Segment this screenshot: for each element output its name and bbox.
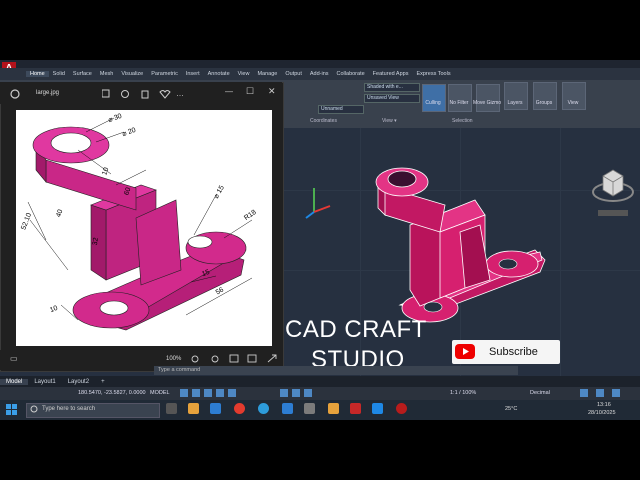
app-icon[interactable] — [372, 403, 383, 414]
search-icon — [30, 405, 38, 413]
zoom-out-icon — [191, 355, 199, 363]
osnap-icon[interactable] — [228, 389, 236, 397]
tab-annotate[interactable]: Annotate — [204, 71, 234, 77]
fullscreen-icon — [267, 354, 277, 363]
zoom-level: 100% — [166, 356, 182, 362]
edit-icon — [102, 89, 110, 98]
tab-featured-apps[interactable]: Featured Apps — [369, 71, 413, 77]
annotation-scale[interactable]: 1:1 / 100% — [450, 390, 476, 396]
no-filter-label: No Filter — [449, 100, 469, 106]
store-icon[interactable] — [210, 403, 221, 414]
folder-icon[interactable] — [328, 403, 339, 414]
snap-icon[interactable] — [192, 389, 200, 397]
visual-style-dropdown[interactable]: Shaded with e... — [364, 83, 420, 92]
zoom-controls — [191, 354, 277, 363]
transparency-icon[interactable] — [292, 389, 300, 397]
viewer-app-icon — [10, 89, 20, 99]
coordinate-readout: 180.5470, -23.5827, 0.0000 — [78, 390, 146, 396]
recorder-icon[interactable] — [396, 403, 407, 414]
selection-cycling-icon[interactable] — [304, 389, 312, 397]
maximize-icon[interactable]: ☐ — [246, 86, 254, 97]
window-controls: — ☐ ✕ — [222, 86, 282, 98]
settings-icon[interactable] — [580, 389, 588, 397]
tab-model[interactable]: Model — [0, 378, 29, 385]
search-placeholder: Type here to search — [42, 406, 96, 412]
view-label: View — [567, 100, 579, 106]
favorite-icon — [159, 90, 171, 99]
workspace-icon[interactable] — [596, 389, 604, 397]
subscribe-label: Subscribe — [489, 346, 538, 358]
view-group-label[interactable]: View ▾ — [382, 118, 397, 124]
tab-surface[interactable]: Surface — [69, 71, 96, 77]
task-view-icon[interactable] — [166, 403, 177, 414]
layout-tabs: Model Layout1 Layout2 + — [0, 376, 640, 387]
units-setting[interactable]: Decimal — [530, 390, 550, 396]
tab-layout2[interactable]: Layout2 — [62, 379, 95, 385]
move-gizmo-button[interactable] — [476, 84, 500, 112]
minimize-icon[interactable]: — — [225, 87, 233, 96]
viewcube-icon[interactable] — [590, 162, 636, 218]
tab-layout1[interactable]: Layout1 — [28, 379, 61, 385]
command-line-input[interactable]: Type a command — [154, 366, 518, 375]
tab-output[interactable]: Output — [281, 71, 306, 77]
file-explorer-icon[interactable] — [188, 403, 199, 414]
culling-button[interactable] — [422, 84, 446, 112]
zoom-in-icon — [211, 355, 219, 363]
chrome-icon[interactable] — [234, 403, 245, 414]
fit-icon — [229, 354, 239, 363]
windows-start-icon[interactable] — [6, 404, 18, 416]
tab-mesh[interactable]: Mesh — [96, 71, 117, 77]
tab-solid[interactable]: Solid — [49, 71, 69, 77]
watermark-line1: CAD CRAFT — [285, 316, 427, 343]
dim-label: 32 — [91, 237, 101, 246]
groups-label: Groups — [535, 100, 553, 106]
tab-insert[interactable]: Insert — [182, 71, 204, 77]
saved-view-dropdown[interactable]: Unsaved View — [364, 94, 420, 103]
viewer-info-icon[interactable]: ▭ — [10, 354, 18, 363]
svg-text:…: … — [176, 89, 184, 98]
polar-icon[interactable] — [216, 389, 224, 397]
tab-addins[interactable]: Add-ins — [306, 71, 333, 77]
weather-temp[interactable]: 25°C — [505, 406, 517, 412]
autocad-taskbar-icon[interactable] — [350, 403, 361, 414]
tab-express-tools[interactable]: Express Tools — [412, 71, 454, 77]
grid-icon[interactable] — [180, 389, 188, 397]
lineweight-icon[interactable] — [280, 389, 288, 397]
coordinates-group-label: Coordinates — [310, 118, 337, 124]
rotate-icon — [121, 90, 129, 98]
tab-parametric[interactable]: Parametric — [147, 71, 182, 77]
viewer-filename: large.jpg — [36, 90, 60, 96]
tab-home[interactable]: Home — [26, 71, 49, 77]
add-layout-button[interactable]: + — [95, 379, 111, 385]
ribbon-tabs: Home Solid Surface Mesh Visualize Parame… — [0, 68, 640, 80]
layers-label: Layers — [507, 100, 523, 106]
tab-manage[interactable]: Manage — [253, 71, 281, 77]
acad-title-bar — [0, 60, 640, 68]
selection-group-label: Selection — [452, 118, 473, 124]
tab-view[interactable]: View — [234, 71, 254, 77]
mail-icon[interactable] — [282, 403, 293, 414]
clock-date[interactable]: 28/10/2025 — [588, 410, 616, 416]
model-space-toggle[interactable]: MODEL — [150, 390, 170, 396]
ucs-icon — [305, 188, 331, 219]
ucs-dropdown[interactable]: Unnamed — [318, 105, 364, 114]
close-icon[interactable]: ✕ — [268, 86, 276, 97]
move-gizmo-label: Move Gizmo — [472, 100, 502, 106]
viewer-toolbar: … — [102, 89, 184, 99]
delete-icon — [141, 90, 149, 99]
clock-time[interactable]: 13:16 — [597, 402, 611, 408]
actual-size-icon — [247, 354, 257, 363]
ortho-icon[interactable] — [204, 389, 212, 397]
youtube-icon — [455, 344, 475, 359]
tab-visualize[interactable]: Visualize — [117, 71, 147, 77]
edge-icon[interactable] — [258, 403, 269, 414]
viewer-image-area: ⌀ 30 ⌀ 20 10 40 60 32 ⌀ 15 R18 15 56 10 … — [16, 110, 272, 346]
tab-collaborate[interactable]: Collaborate — [333, 71, 369, 77]
no-filter-button[interactable] — [448, 84, 472, 112]
customize-icon[interactable] — [612, 389, 620, 397]
photos-icon[interactable] — [304, 403, 315, 414]
